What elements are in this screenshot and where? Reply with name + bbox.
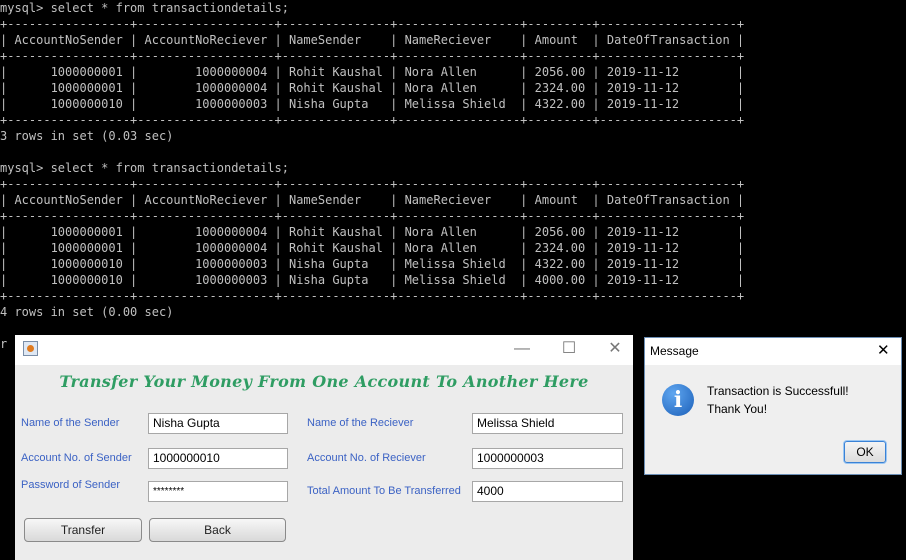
receiver-account-label: Account No. of Reciever [307,452,426,464]
terminal-line: | 1000000001 | 1000000004 | Rohit Kausha… [0,225,745,239]
minimize-button[interactable]: — [507,339,537,359]
back-button[interactable]: Back [149,518,286,542]
receiver-name-label: Name of the Reciever [307,417,414,429]
sender-name-label: Name of the Sender [21,417,120,429]
dialog-close-button[interactable]: ✕ [877,341,890,359]
terminal-line: | 1000000010 | 1000000003 | Nisha Gupta … [0,257,745,271]
ok-button[interactable]: OK [844,441,886,463]
terminal-line: mysql> select * from transactiondetails; [0,1,289,15]
terminal-line: +-----------------+-------------------+-… [0,289,745,303]
terminal-line: +-----------------+-------------------+-… [0,209,745,223]
receiver-account-field[interactable]: 1000000003 [472,448,623,469]
message-dialog: Message ✕ i Transaction is Successfull! … [644,337,902,475]
dialog-body: i Transaction is Successfull! Thank You!… [645,365,901,474]
transfer-form: Transfer Your Money From One Account To … [15,365,633,560]
terminal-line: | 1000000010 | 1000000003 | Nisha Gupta … [0,273,745,287]
terminal-line: +-----------------+-------------------+-… [0,113,745,127]
message-line-2: Thank You! [707,402,768,416]
dialog-title: Message [650,344,699,358]
form-heading: Transfer Your Money From One Account To … [59,372,589,391]
terminal-line: +-----------------+-------------------+-… [0,49,745,63]
terminal-line: | 1000000001 | 1000000004 | Rohit Kausha… [0,241,745,255]
sender-account-field[interactable]: 1000000010 [148,448,288,469]
terminal-line: | AccountNoSender | AccountNoReciever | … [0,33,745,47]
sender-name-field[interactable]: Nisha Gupta [148,413,288,434]
sender-password-field[interactable]: ******** [148,481,288,502]
sender-password-label: Password of Sender [21,479,121,491]
terminal-line: mysql> select * from transactiondetails; [0,161,289,175]
close-button[interactable]: ✕ [600,339,630,359]
terminal-line: | 1000000010 | 1000000003 | Nisha Gupta … [0,97,745,111]
info-icon: i [662,384,694,416]
terminal-line: 3 rows in set (0.03 sec) [0,129,174,143]
terminal-line: 4 rows in set (0.00 sec) [0,305,174,319]
terminal-line: +-----------------+-------------------+-… [0,177,745,191]
transfer-button[interactable]: Transfer [24,518,142,542]
java-coffee-icon [23,341,38,356]
terminal-line: | AccountNoSender | AccountNoReciever | … [0,193,745,207]
maximize-button[interactable]: ☐ [554,339,584,359]
terminal-line: +-----------------+-------------------+-… [0,17,745,31]
title-bar[interactable]: — ☐ ✕ [15,335,633,365]
message-line-1: Transaction is Successfull! [707,384,849,398]
terminal-line: | 1000000001 | 1000000004 | Rohit Kausha… [0,65,745,79]
sender-account-label: Account No. of Sender [21,452,132,464]
receiver-name-field[interactable]: Melissa Shield [472,413,623,434]
terminal-line: | 1000000001 | 1000000004 | Rohit Kausha… [0,81,745,95]
amount-field[interactable]: 4000 [472,481,623,502]
transfer-money-window: — ☐ ✕ Transfer Your Money From One Accou… [15,335,633,560]
amount-label: Total Amount To Be Transferred [307,485,461,497]
